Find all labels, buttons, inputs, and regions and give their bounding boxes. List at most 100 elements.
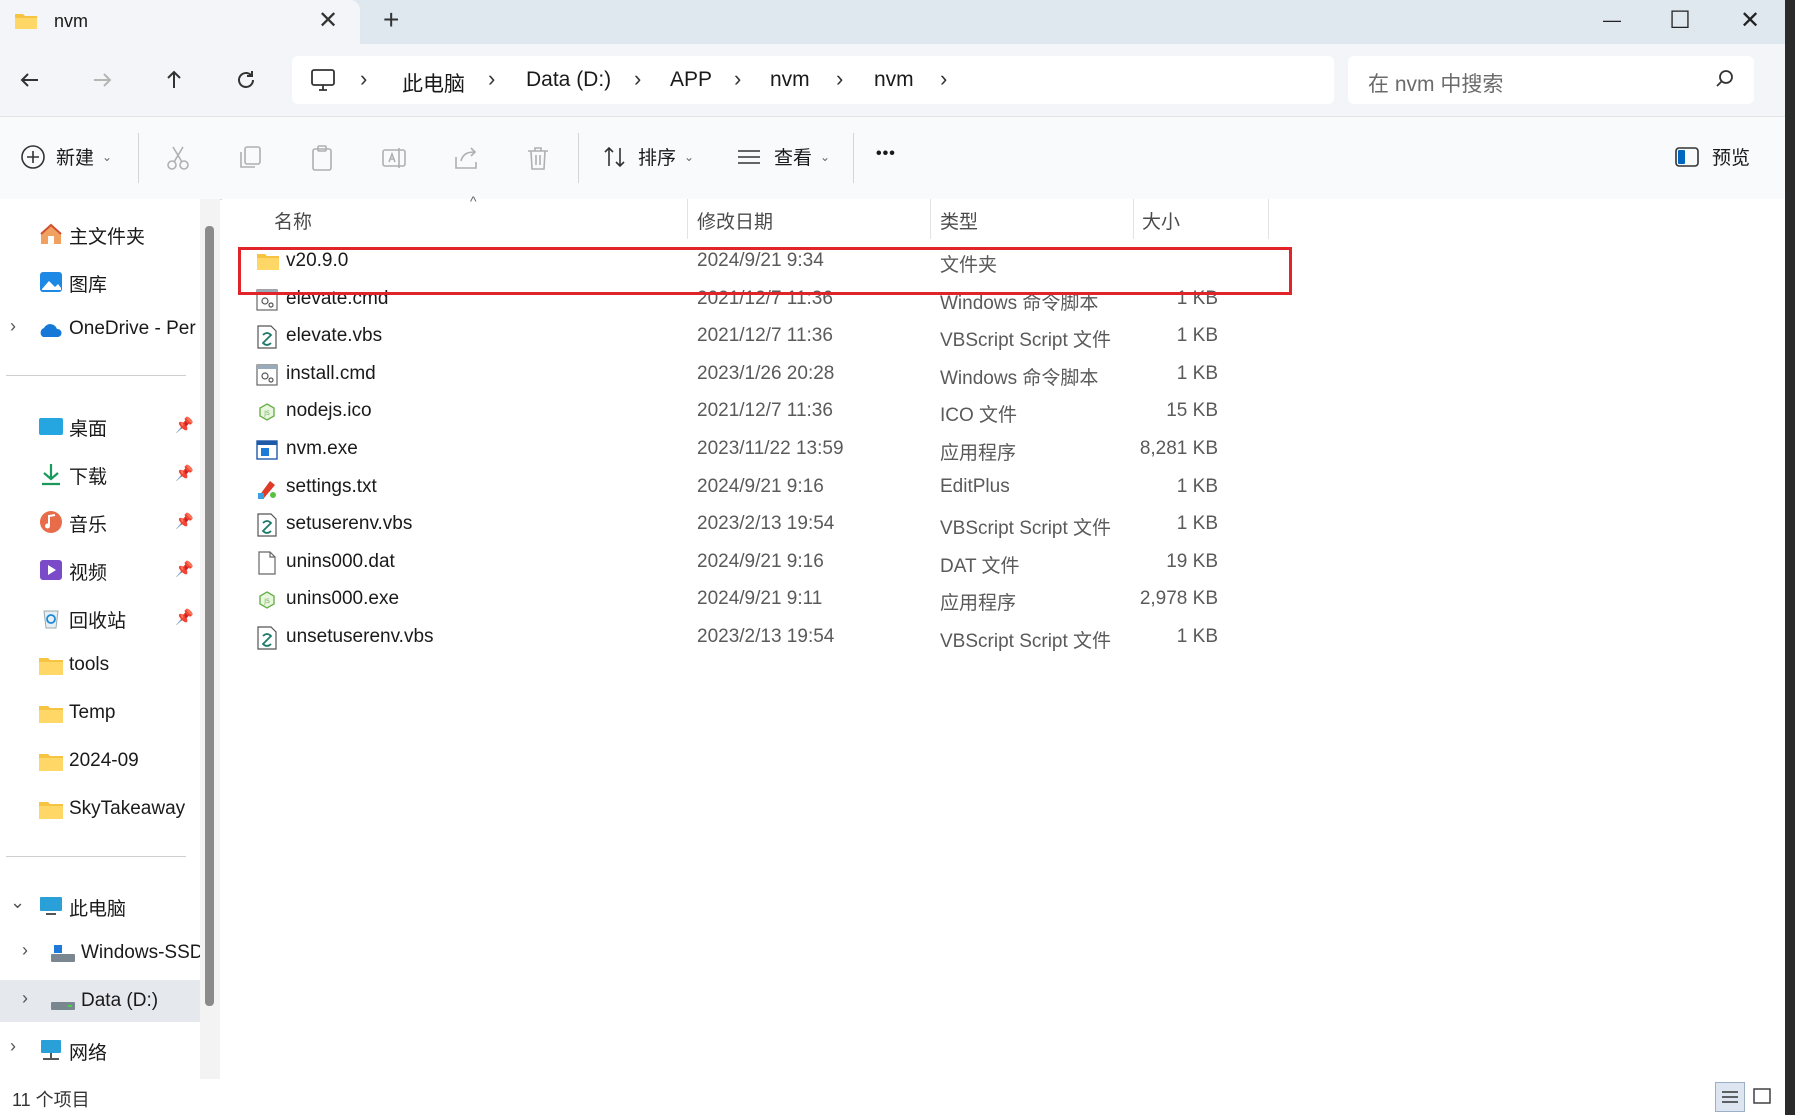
breadcrumb-nvm-current[interactable]: nvm: [874, 68, 914, 92]
pin-icon[interactable]: 📌: [175, 416, 194, 434]
up-button[interactable]: [156, 62, 192, 98]
chevron-right-icon[interactable]: ›: [22, 940, 28, 961]
breadcrumb-nvm[interactable]: nvm: [770, 68, 810, 92]
column-header-size[interactable]: 大小: [1142, 207, 1180, 234]
breadcrumb-chevron-icon[interactable]: ›: [734, 66, 741, 92]
sidebar-item-network[interactable]: › 网络: [0, 1028, 200, 1070]
sort-button[interactable]: 排序 ⌄: [602, 143, 694, 170]
sidebar-scrollbar-thumb[interactable]: [205, 226, 214, 1006]
file-date: 2024/9/21 9:16: [697, 475, 824, 497]
sidebar-item-tools[interactable]: tools: [0, 644, 200, 686]
address-bar[interactable]: › 此电脑 › Data (D:) › APP › nvm › nvm ›: [292, 56, 1334, 104]
download-icon: [42, 464, 60, 486]
new-tab-button[interactable]: +: [383, 4, 399, 36]
file-size: 15 KB: [1166, 400, 1218, 422]
breadcrumb-app[interactable]: APP: [670, 68, 712, 92]
column-divider[interactable]: [930, 199, 931, 239]
chevron-right-icon[interactable]: ›: [10, 1036, 16, 1057]
sidebar-item-temp[interactable]: Temp: [0, 692, 200, 734]
column-header-date[interactable]: 修改日期: [697, 207, 773, 234]
sidebar-item-skytakeaway[interactable]: SkyTakeaway: [0, 788, 200, 830]
file-row[interactable]: unsetuserenv.vbs 2023/2/13 19:54 VBScript …: [232, 617, 1292, 659]
breadcrumb-this-pc[interactable]: 此电脑: [402, 68, 465, 98]
sidebar-item-videos[interactable]: 视频 📌: [0, 548, 200, 590]
sidebar-item-downloads[interactable]: 下载 📌: [0, 452, 200, 494]
search-box[interactable]: 在 nvm 中搜索: [1348, 56, 1754, 104]
file-row[interactable]: JS nodejs.ico 2021/12/7 11:36 ICO 文件 15 KB: [232, 391, 1292, 433]
view-button[interactable]: 查看 ⌄: [736, 143, 830, 170]
chevron-right-icon[interactable]: ›: [10, 316, 16, 337]
column-divider[interactable]: [1268, 199, 1269, 239]
pin-icon[interactable]: 📌: [175, 464, 194, 482]
file-row[interactable]: elevate.vbs 2021/12/7 11:36 VBScript Scrip…: [232, 316, 1292, 358]
column-divider[interactable]: [1133, 199, 1134, 239]
column-divider[interactable]: [687, 199, 688, 239]
minimize-button[interactable]: —: [1582, 0, 1642, 40]
file-row[interactable]: unins000.dat 2024/9/21 9:16 DAT 文件 19 KB: [232, 542, 1292, 584]
sidebar-item-gallery[interactable]: 图库: [0, 260, 200, 302]
back-button[interactable]: [12, 62, 48, 98]
forward-button[interactable]: [84, 62, 120, 98]
sidebar-item-data-d[interactable]: › Data (D:): [0, 980, 200, 1022]
sidebar-item-this-pc[interactable]: ⌄ 此电脑: [0, 884, 200, 926]
breadcrumb-data-d[interactable]: Data (D:): [526, 68, 611, 92]
preview-button[interactable]: 预览: [1674, 143, 1750, 170]
details-view-button[interactable]: [1715, 1082, 1745, 1112]
pin-icon[interactable]: 📌: [175, 560, 194, 578]
refresh-button[interactable]: [228, 62, 264, 98]
file-row[interactable]: JS unins000.exe 2024/9/21 9:11 应用程序 2,978 KB: [232, 579, 1292, 621]
breadcrumb-chevron-icon[interactable]: ›: [836, 66, 843, 92]
sidebar-item-label: 视频: [69, 563, 108, 584]
command-bar: 新建 ⌄ 排序 ⌄ 查看 ⌄ ••• 预览: [0, 116, 1785, 200]
maximize-button[interactable]: ☐: [1650, 0, 1710, 40]
file-size: 1 KB: [1176, 362, 1218, 384]
breadcrumb-chevron-icon[interactable]: ›: [634, 66, 641, 92]
file-type: Windows 命令脚本: [940, 367, 1099, 389]
sidebar-item-2024-09[interactable]: 2024-09: [0, 740, 200, 782]
file-row[interactable]: nvm.exe 2023/11/22 13:59 应用程序 8,281 KB: [232, 429, 1292, 471]
sidebar-item-desktop[interactable]: 桌面 📌: [0, 404, 200, 446]
network-icon: [41, 1040, 61, 1060]
folder-icon: [39, 658, 63, 675]
file-row[interactable]: install.cmd 2023/1/26 20:28 Windows 命令脚本 1 …: [232, 354, 1292, 396]
tab-close-icon[interactable]: ✕: [318, 6, 338, 35]
breadcrumb-chevron-icon[interactable]: ›: [940, 66, 947, 92]
breadcrumb-chevron-icon[interactable]: ›: [488, 66, 495, 92]
cut-icon[interactable]: [163, 143, 193, 173]
pin-icon[interactable]: 📌: [175, 512, 194, 530]
annotation-highlight-box: [238, 247, 1292, 295]
file-row[interactable]: setuserenv.vbs 2023/2/13 19:54 VBScript Sc…: [232, 504, 1292, 546]
sidebar-item-home[interactable]: 主文件夹: [0, 212, 200, 254]
sidebar-item-music[interactable]: 音乐 📌: [0, 500, 200, 542]
sidebar-item-recycle-bin[interactable]: 回收站 📌: [0, 596, 200, 638]
copy-icon[interactable]: [235, 143, 265, 173]
file-name: setuserenv.vbs: [286, 513, 413, 535]
search-icon[interactable]: [1714, 68, 1736, 90]
column-header-type[interactable]: 类型: [940, 207, 978, 234]
new-button[interactable]: 新建 ⌄: [20, 143, 112, 170]
pin-icon[interactable]: 📌: [175, 608, 194, 626]
computer-icon: [311, 69, 335, 91]
column-headers: ^ 名称 修改日期 类型 大小: [222, 193, 1272, 239]
file-date: 2024/9/21 9:11: [697, 588, 823, 610]
sidebar-item-label: 2024-09: [69, 750, 139, 771]
delete-icon[interactable]: [523, 143, 553, 173]
file-type: DAT 文件: [940, 555, 1020, 577]
chevron-down-icon[interactable]: ⌄: [10, 892, 25, 913]
sidebar-item-onedrive[interactable]: › OneDrive - Per: [0, 308, 200, 350]
column-header-name[interactable]: 名称: [274, 207, 312, 234]
share-icon[interactable]: [451, 143, 481, 173]
tiles-view-icon: [1753, 1088, 1771, 1104]
paste-icon[interactable]: [307, 143, 337, 173]
chevron-right-icon[interactable]: ›: [22, 988, 28, 1009]
tiles-view-button[interactable]: [1748, 1082, 1776, 1110]
rename-icon[interactable]: [379, 143, 409, 173]
video-icon: [40, 560, 62, 580]
file-row[interactable]: settings.txt 2024/9/21 9:16 EditPlus 1 KB: [232, 467, 1292, 509]
breadcrumb-chevron-icon[interactable]: ›: [360, 66, 367, 92]
more-options-button[interactable]: •••: [876, 145, 896, 163]
search-input[interactable]: 在 nvm 中搜索: [1368, 68, 1503, 98]
tab-nvm[interactable]: nvm ✕: [0, 0, 360, 44]
close-button[interactable]: ✕: [1720, 0, 1780, 40]
sidebar-item-windows-ssd[interactable]: › Windows-SSD: [0, 932, 203, 974]
